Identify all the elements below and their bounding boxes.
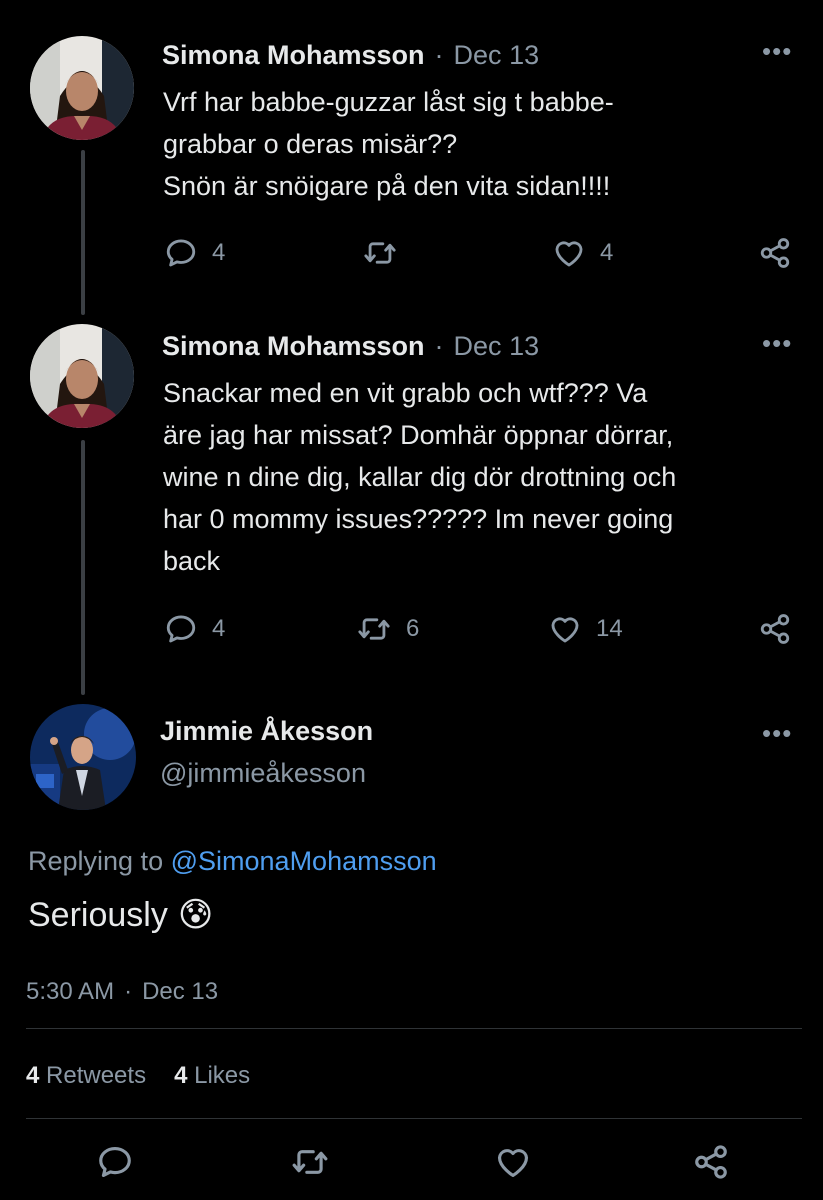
author-name[interactable]: Simona Mohamsson — [162, 40, 425, 71]
retweet-icon — [290, 1143, 330, 1181]
author-name[interactable]: Simona Mohamsson — [162, 331, 425, 362]
reply-button[interactable]: 4 — [164, 612, 225, 646]
thread-line — [81, 440, 85, 695]
likes-stat[interactable]: 4 Likes — [174, 1062, 250, 1090]
avatar[interactable] — [30, 36, 134, 140]
tweet-text: Snackar med en vit grabb och wtf??? Va ä… — [163, 378, 677, 576]
retweet-button[interactable] — [290, 1143, 330, 1181]
share-icon — [758, 612, 792, 646]
separator: · — [434, 331, 444, 361]
main-author-name[interactable]: Jimmie Åkesson — [160, 716, 373, 747]
retweet-count: 6 — [406, 615, 420, 642]
divider — [26, 1118, 802, 1119]
share-button[interactable] — [758, 236, 792, 270]
reply-count: 4 — [212, 615, 226, 642]
like-button[interactable]: 14 — [548, 612, 623, 646]
tweet-date[interactable]: Dec 13 — [454, 331, 540, 362]
retweets-stat[interactable]: 4 Retweets — [26, 1062, 146, 1090]
replying-to: Replying to @SimonaMohamsson — [28, 846, 437, 877]
mention-link[interactable]: @SimonaMohamsson — [171, 846, 437, 876]
tweet-header: Simona Mohamsson · Dec 13 — [162, 331, 539, 362]
share-button[interactable] — [758, 612, 792, 646]
retweet-button[interactable] — [362, 236, 412, 270]
tweet-header: Simona Mohamsson · Dec 13 — [162, 40, 539, 71]
retweet-icon — [362, 236, 398, 270]
tweet-time: 5:30 AM — [26, 978, 115, 1005]
more-icon[interactable]: ••• — [762, 328, 792, 359]
retweet-button[interactable]: 6 — [356, 612, 419, 646]
timestamp[interactable]: 5:30 AM · Dec 13 — [26, 978, 218, 1006]
separator: · — [434, 40, 444, 70]
retweets-label: Retweets — [46, 1062, 147, 1089]
heart-icon — [494, 1143, 532, 1181]
share-icon — [692, 1143, 730, 1181]
more-icon[interactable]: ••• — [762, 718, 792, 749]
anxious-face-emoji: 😰 — [177, 896, 214, 934]
tweet-date[interactable]: Dec 13 — [454, 40, 540, 71]
thread-line — [81, 150, 85, 315]
likes-count: 4 — [174, 1062, 188, 1089]
reply-icon — [96, 1143, 134, 1181]
like-count: 4 — [600, 239, 614, 266]
reply-icon — [164, 612, 198, 646]
separator: · — [124, 978, 133, 1005]
heart-icon — [552, 236, 586, 270]
divider — [26, 1028, 802, 1029]
tweet-date: Dec 13 — [142, 978, 219, 1005]
engagement-stats: 4 Retweets 4 Likes — [26, 1062, 250, 1090]
reply-button[interactable]: 4 — [164, 236, 225, 270]
main-text: Seriously — [28, 895, 168, 934]
share-icon — [758, 236, 792, 270]
reply-count: 4 — [212, 239, 226, 266]
more-icon[interactable]: ••• — [762, 36, 792, 67]
like-button[interactable]: 4 — [552, 236, 613, 270]
avatar[interactable] — [30, 324, 134, 428]
main-tweet-text: Seriously 😰 — [28, 895, 213, 935]
share-button[interactable] — [692, 1143, 730, 1181]
reply-icon — [164, 236, 198, 270]
reply-button[interactable] — [96, 1143, 134, 1181]
like-count: 14 — [596, 615, 623, 642]
like-button[interactable] — [494, 1143, 532, 1181]
heart-icon — [548, 612, 582, 646]
tweet-text: Vrf har babbe-guzzar låst sig t babbe- g… — [163, 87, 614, 201]
likes-label: Likes — [194, 1062, 251, 1089]
replying-label: Replying to — [28, 846, 164, 876]
main-author-handle[interactable]: @jimmieåkesson — [160, 758, 366, 789]
avatar[interactable] — [30, 704, 136, 810]
retweets-count: 4 — [26, 1062, 40, 1089]
retweet-icon — [356, 612, 392, 646]
